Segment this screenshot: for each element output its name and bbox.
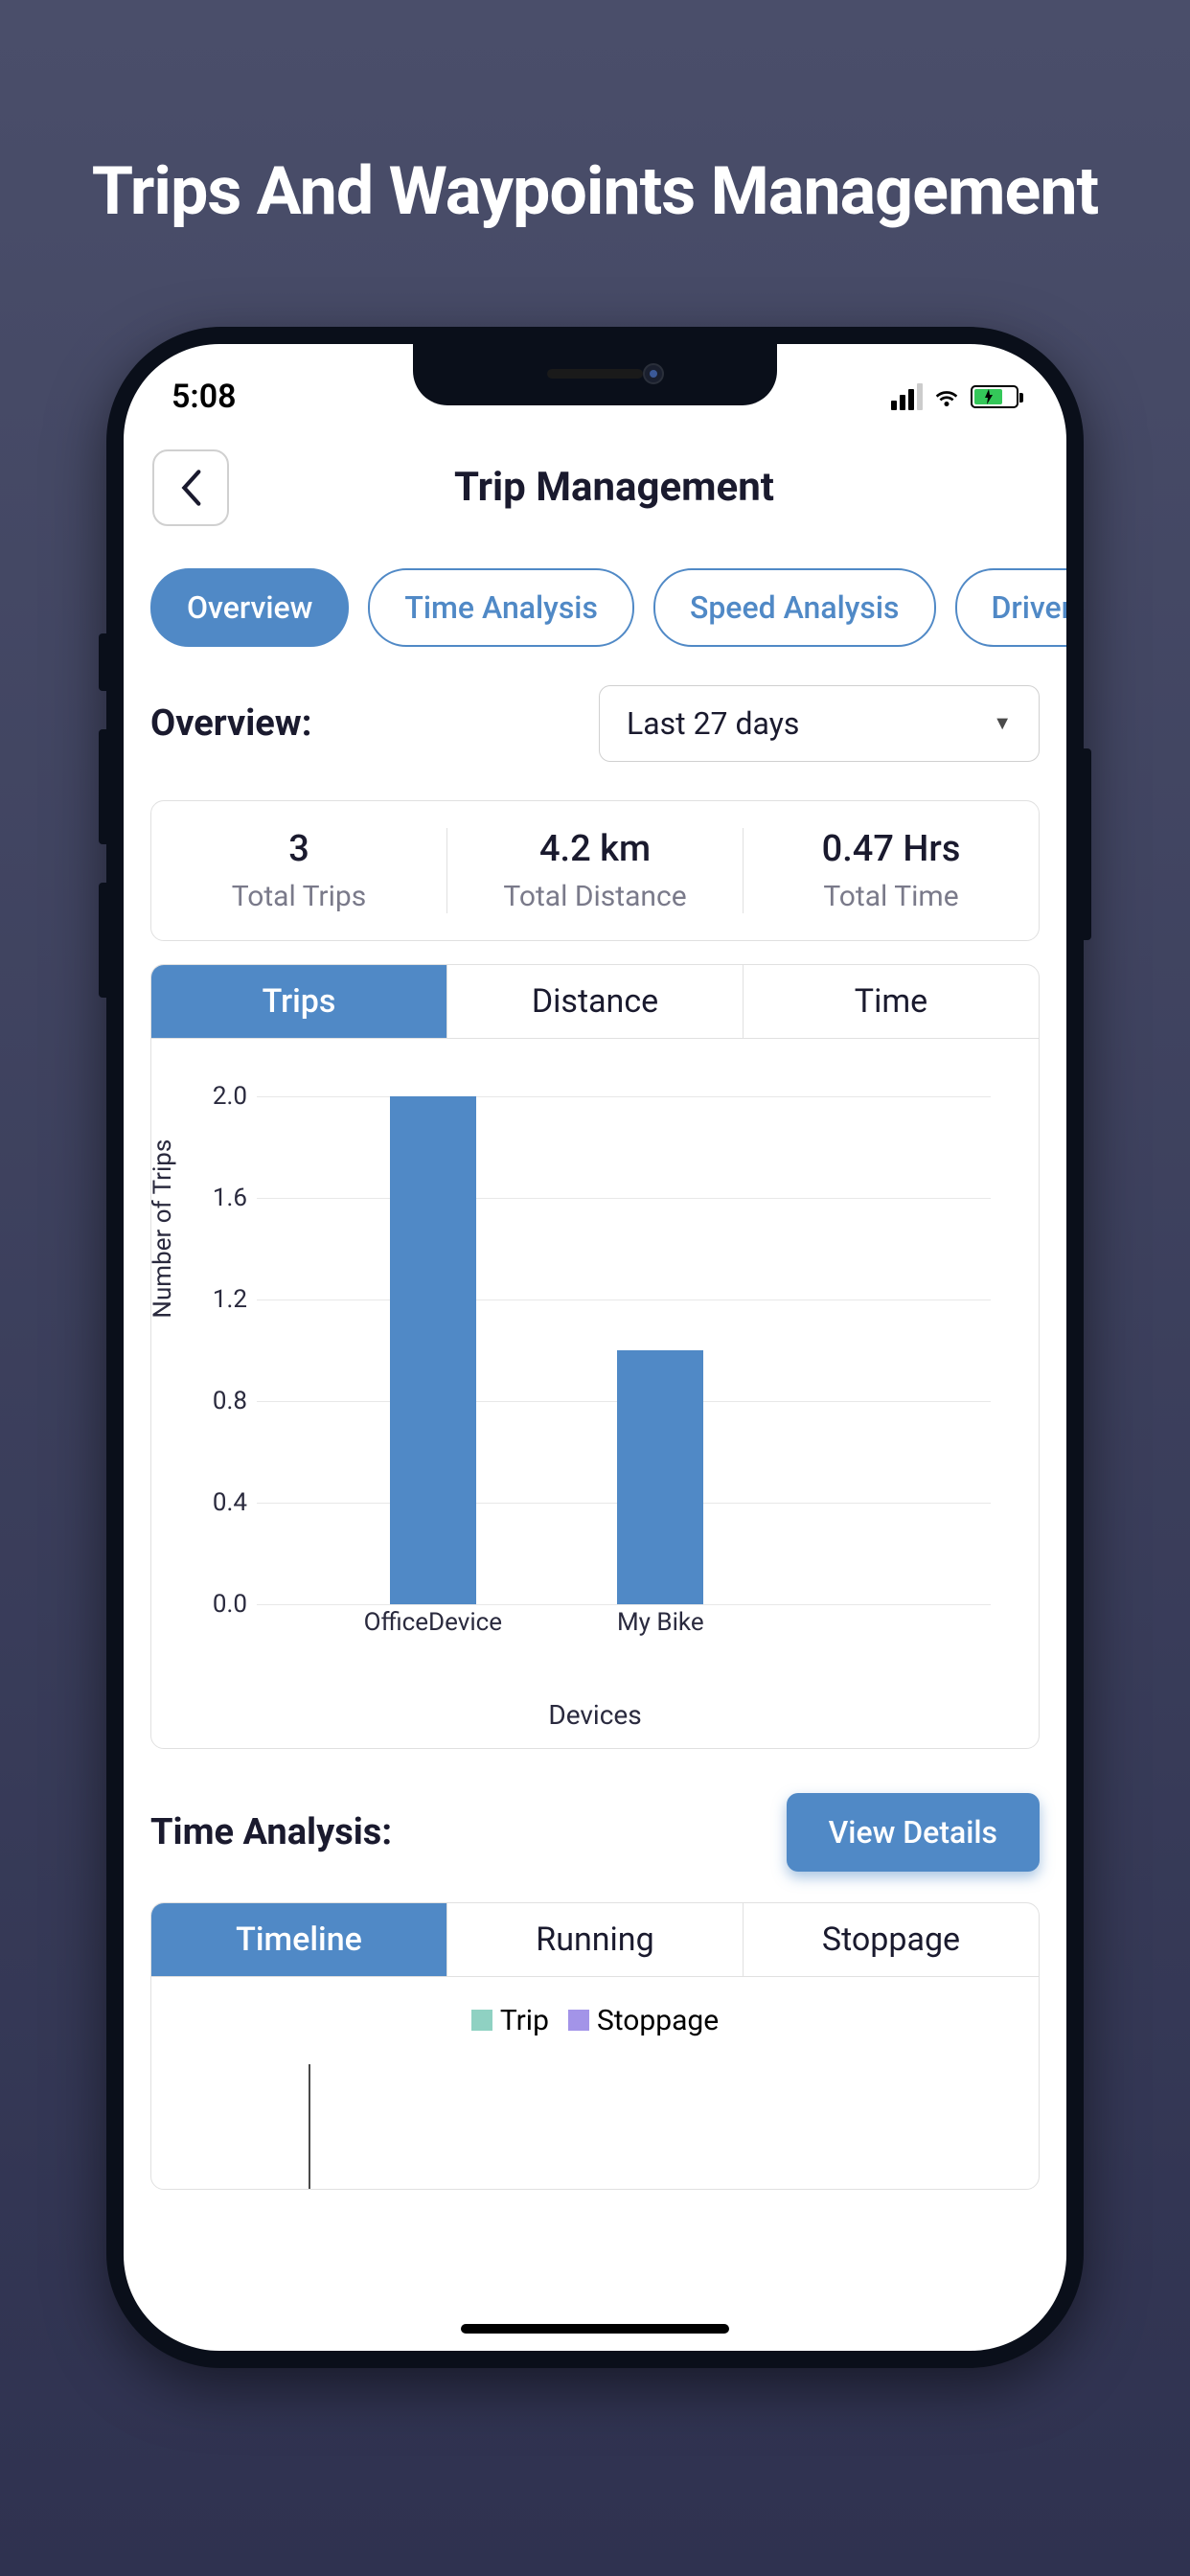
view-details-button[interactable]: View Details xyxy=(787,1793,1040,1872)
chart-y-tick: 0.0 xyxy=(203,1590,247,1619)
stat-total-time: 0.47 Hrs Total Time xyxy=(744,828,1039,913)
nav-tab-driver[interactable]: Driver A xyxy=(955,568,1067,647)
chart-area: Number of Trips 0.00.40.81.21.62.0Office… xyxy=(151,1039,1039,1748)
chart-gridline xyxy=(257,1604,991,1605)
overview-section-title: Overview: xyxy=(150,702,311,745)
nav-tab-speed-analysis[interactable]: Speed Analysis xyxy=(653,568,936,647)
back-button[interactable] xyxy=(152,449,229,526)
page-title: Trip Management xyxy=(277,464,951,511)
overview-chart-card: Trips Distance Time Number of Trips 0.00… xyxy=(150,964,1040,1749)
period-dropdown-value: Last 27 days xyxy=(627,705,799,742)
stat-total-trips: 3 Total Trips xyxy=(151,828,447,913)
app-header: Trip Management xyxy=(124,430,1066,545)
chart-gridline xyxy=(257,1198,991,1199)
legend-item-stoppage: Stoppage xyxy=(568,2004,719,2037)
chart-x-label: My Bike xyxy=(617,1608,704,1637)
stat-value: 0.47 Hrs xyxy=(744,828,1039,870)
stat-value: 4.2 km xyxy=(447,828,743,870)
stat-label: Total Time xyxy=(744,880,1039,913)
time-analysis-tabs: Timeline Running Stoppage xyxy=(151,1903,1039,1977)
home-indicator[interactable] xyxy=(461,2324,729,2334)
phone-frame: 5:08 xyxy=(106,327,1084,2368)
chart-y-tick: 0.8 xyxy=(203,1387,247,1415)
chart-tab-distance[interactable]: Distance xyxy=(447,965,744,1038)
chart-tab-running[interactable]: Running xyxy=(447,1903,744,1976)
time-analysis-section-title: Time Analysis: xyxy=(150,1811,392,1853)
chart-y-axis-label: Number of Trips xyxy=(150,1138,177,1318)
timeline-chart-area xyxy=(209,2064,1039,2189)
phone-side-buttons-right xyxy=(1084,748,1091,940)
stat-value: 3 xyxy=(151,828,446,870)
phone-notch xyxy=(413,344,777,405)
period-dropdown[interactable]: Last 27 days ▼ xyxy=(599,685,1040,762)
chart-tabs: Trips Distance Time xyxy=(151,965,1039,1039)
phone-side-buttons-left xyxy=(99,633,106,1036)
battery-icon xyxy=(971,385,1018,408)
chart-x-axis-label: Devices xyxy=(548,1699,641,1731)
status-icons xyxy=(891,382,1018,411)
time-analysis-chart-card: Timeline Running Stoppage Trip Stoppage xyxy=(150,1902,1040,2190)
chart-content: 0.00.40.81.21.62.0OfficeDeviceMy Bike xyxy=(257,1096,991,1604)
status-time: 5:08 xyxy=(172,378,237,416)
legend-swatch-trip xyxy=(471,2010,492,2031)
nav-tabs: Overview Time Analysis Speed Analysis Dr… xyxy=(124,545,1066,670)
stat-label: Total Distance xyxy=(447,880,743,913)
legend-label: Stoppage xyxy=(597,2004,719,2037)
chart-x-label: OfficeDevice xyxy=(364,1608,502,1637)
chart-tab-trips[interactable]: Trips xyxy=(151,965,447,1038)
chart-y-tick: 1.6 xyxy=(203,1184,247,1212)
chart-gridline xyxy=(257,1096,991,1097)
legend-label: Trip xyxy=(500,2004,549,2037)
chevron-down-icon: ▼ xyxy=(993,711,1012,735)
nav-tab-time-analysis[interactable]: Time Analysis xyxy=(368,568,634,647)
promo-title: Trips And Waypoints Management xyxy=(92,153,1099,231)
stat-label: Total Trips xyxy=(151,880,446,913)
chart-tab-stoppage[interactable]: Stoppage xyxy=(744,1903,1039,1976)
legend-swatch-stoppage xyxy=(568,2010,589,2031)
chart-y-tick: 1.2 xyxy=(203,1285,247,1314)
wifi-icon xyxy=(932,382,961,411)
legend-item-trip: Trip xyxy=(471,2004,549,2037)
stats-card: 3 Total Trips 4.2 km Total Distance 0.47… xyxy=(150,800,1040,941)
stat-total-distance: 4.2 km Total Distance xyxy=(447,828,744,913)
chart-bar xyxy=(617,1350,703,1604)
chart-tab-time[interactable]: Time xyxy=(744,965,1039,1038)
nav-tab-overview[interactable]: Overview xyxy=(150,568,349,647)
chart-bar xyxy=(390,1096,476,1604)
chart-y-tick: 2.0 xyxy=(203,1082,247,1111)
chart-tab-timeline[interactable]: Timeline xyxy=(151,1903,447,1976)
chart-y-tick: 0.4 xyxy=(203,1488,247,1517)
cellular-signal-icon xyxy=(891,383,923,410)
chart-legend: Trip Stoppage xyxy=(151,1977,1039,2064)
